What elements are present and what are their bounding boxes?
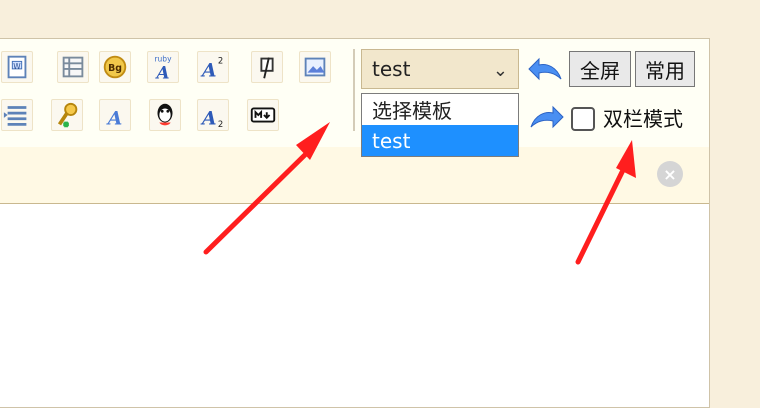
clear-format-icon[interactable] [251,51,283,83]
chevron-down-icon: ⌄ [492,59,508,81]
table-icon[interactable] [57,51,89,83]
two-column-checkbox[interactable] [571,107,595,131]
svg-text:Bg: Bg [108,63,122,74]
template-select-value: test [372,57,411,81]
template-option-selected[interactable]: test [362,125,518,156]
redo-icon[interactable] [527,101,565,135]
toolbar-separator [353,49,355,131]
close-icon[interactable]: × [657,161,683,187]
qq-icon[interactable] [149,99,181,131]
template-dropdown[interactable]: 选择模板 test [361,93,519,157]
key-icon[interactable] [51,99,83,131]
common-button[interactable]: 常用 [635,51,695,87]
svg-text:A: A [200,107,217,129]
fullscreen-button[interactable]: 全屏 [569,51,631,87]
editor: W Bg ruby A A 2 A A 2 test ⌄ 选择模板 test 全… [0,38,710,408]
markdown-icon[interactable] [247,99,279,131]
image-icon[interactable] [299,51,331,83]
font-icon[interactable]: A [99,99,131,131]
svg-text:A: A [154,62,169,82]
template-select[interactable]: test ⌄ [361,49,519,89]
template-option[interactable]: 选择模板 [362,94,518,125]
svg-text:W: W [13,62,21,71]
ruby-icon[interactable]: ruby A [147,51,179,83]
subscript-icon[interactable]: A 2 [197,99,229,131]
svg-text:2: 2 [218,55,223,65]
svg-text:A: A [200,59,217,81]
toolbar: W Bg ruby A A 2 A A 2 test ⌄ 选择模板 test 全… [0,39,709,157]
svg-text:2: 2 [218,119,223,129]
notice-bar: × [0,147,709,204]
undo-icon[interactable] [527,53,565,87]
superscript-icon[interactable]: A 2 [197,51,229,83]
svg-text:A: A [106,107,123,129]
bg-icon[interactable]: Bg [99,51,131,83]
list-icon[interactable] [1,99,33,131]
word-icon[interactable]: W [1,51,33,83]
two-column-label: 双栏模式 [603,107,683,131]
